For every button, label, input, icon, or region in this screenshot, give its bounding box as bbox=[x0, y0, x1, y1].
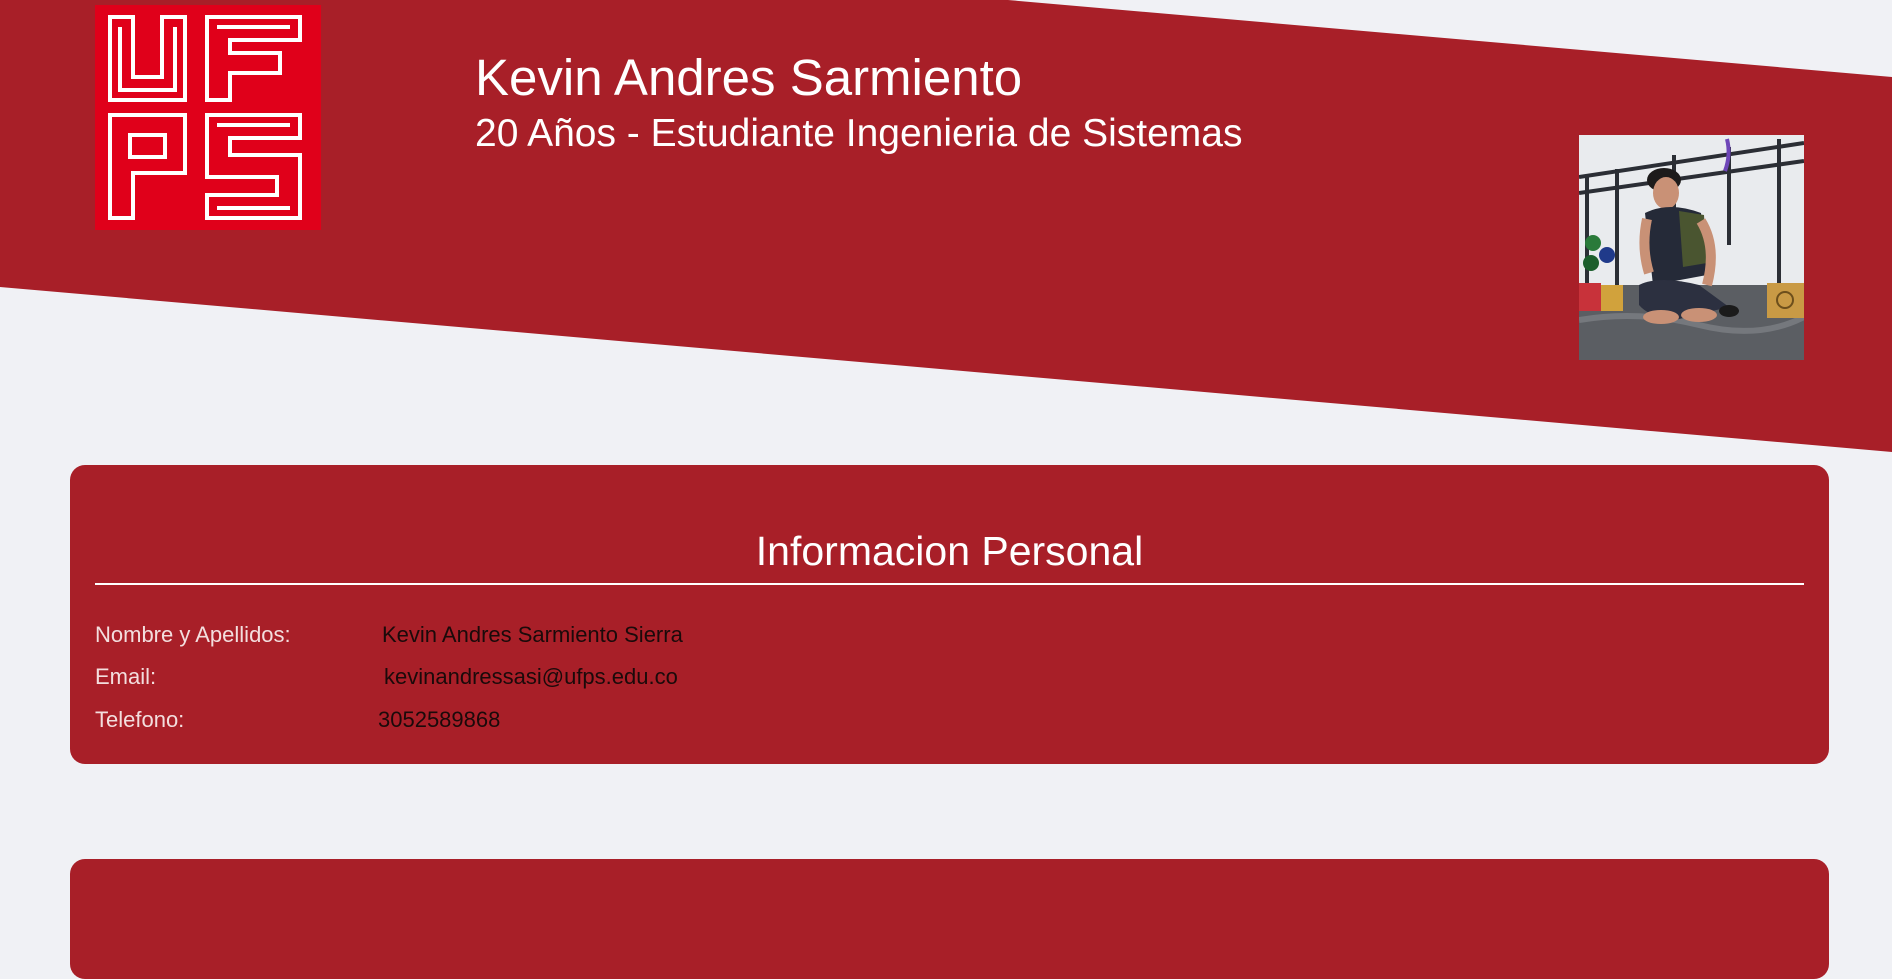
email-label: Email: bbox=[95, 664, 157, 689]
header-name: Kevin Andres Sarmiento bbox=[475, 49, 1023, 106]
name-label: Nombre y Apellidos: bbox=[95, 622, 291, 647]
name-value: Kevin Andres Sarmiento Sierra bbox=[382, 622, 683, 647]
email-value: kevinandressasi@ufps.edu.co bbox=[384, 664, 678, 689]
header-subtitle: 20 Años - Estudiante Ingenieria de Siste… bbox=[475, 112, 1243, 155]
profile-photo bbox=[1579, 135, 1804, 360]
info-row-name: Nombre y Apellidos: Kevin Andres Sarmien… bbox=[95, 619, 1795, 651]
info-row-email: Email: kevinandressasi@ufps.edu.co bbox=[95, 661, 1795, 693]
phone-label: Telefono: bbox=[95, 707, 185, 732]
next-section-card bbox=[70, 859, 1829, 979]
personal-info-card: Informacion Personal Nombre y Apellidos:… bbox=[70, 465, 1829, 764]
ufps-logo bbox=[95, 5, 321, 230]
info-row-phone: Telefono: 3052589868 bbox=[95, 704, 1795, 736]
personal-info-title: Informacion Personal bbox=[95, 525, 1804, 585]
phone-value: 3052589868 bbox=[378, 707, 501, 732]
